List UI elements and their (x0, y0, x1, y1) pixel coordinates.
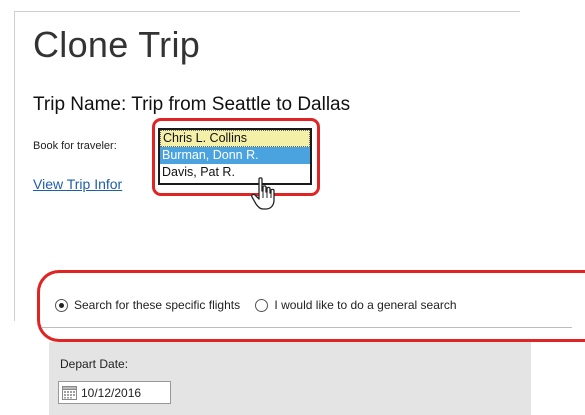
traveler-select-list[interactable]: Chris L. Collins Burman, Donn R. Davis, … (158, 128, 312, 185)
left-divider (14, 11, 15, 321)
depart-date-label: Depart Date: (60, 357, 129, 371)
hand-pointer-icon (251, 177, 275, 210)
radio-button-checked[interactable] (55, 298, 68, 312)
depart-date-panel (49, 342, 531, 415)
radio-general-search[interactable]: I would like to do a general search (255, 298, 457, 312)
search-type-divider (42, 327, 572, 328)
book-for-traveler-label: Book for traveler: (33, 140, 117, 152)
radio-specific-flights-label: Search for these specific flights (74, 298, 241, 312)
depart-date-value: 10/12/2016 (81, 385, 142, 400)
search-type-radio-group: Search for these specific flights I woul… (55, 298, 469, 315)
view-trip-info-link[interactable]: View Trip Infor (33, 176, 122, 192)
clone-trip-page: Clone Trip Trip Name: Trip from Seattle … (0, 0, 585, 415)
traveler-option-davis-pat[interactable]: Davis, Pat R. (160, 164, 310, 181)
page-title: Clone Trip (33, 24, 201, 65)
depart-date-input[interactable]: 10/12/2016 (58, 381, 171, 404)
top-divider (14, 11, 520, 12)
radio-button-unchecked[interactable] (255, 298, 269, 312)
trip-name-heading: Trip Name: Trip from Seattle to Dallas (33, 94, 351, 115)
calendar-icon[interactable] (62, 385, 77, 400)
traveler-option-burman-donn[interactable]: Burman, Donn R. (160, 147, 310, 164)
radio-general-search-label: I would like to do a general search (274, 298, 457, 312)
traveler-option-chris-collins[interactable]: Chris L. Collins (160, 130, 310, 147)
radio-specific-flights[interactable]: Search for these specific flights (55, 298, 240, 312)
